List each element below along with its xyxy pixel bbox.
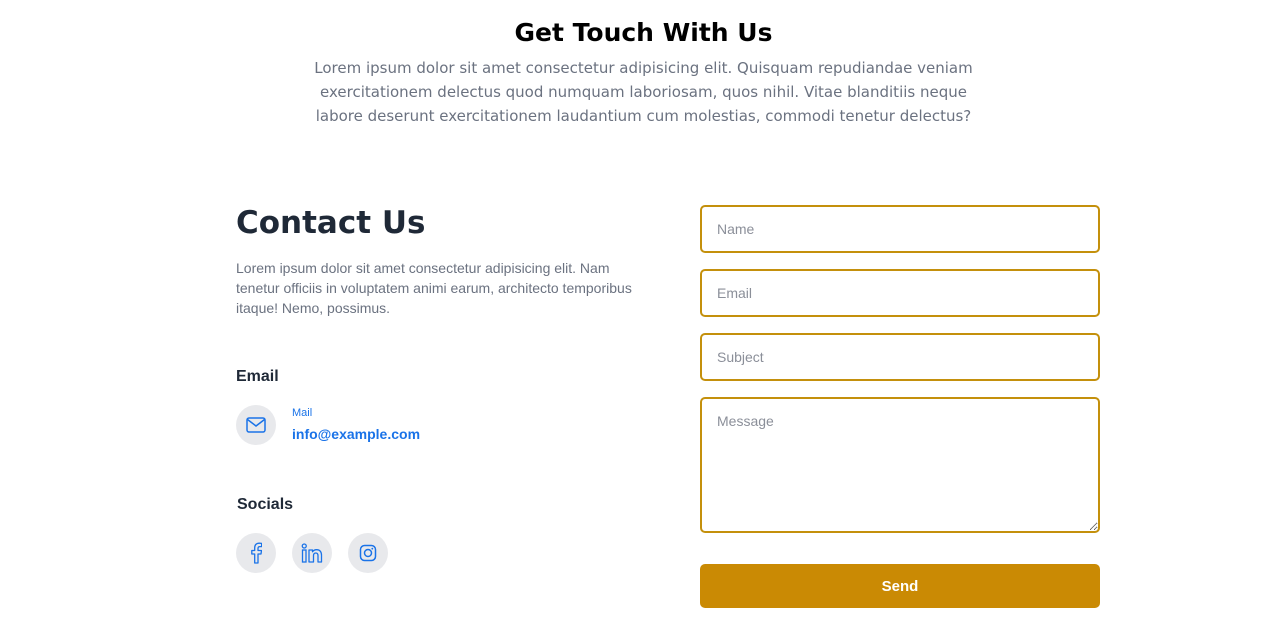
hero-description: Lorem ipsum dolor sit amet consectetur a… xyxy=(314,59,973,125)
contact-page: Get Touch With Us Lorem ipsum dolor sit … xyxy=(0,0,1287,631)
facebook-icon[interactable] xyxy=(236,533,276,573)
send-button[interactable]: Send xyxy=(700,564,1100,608)
name-input[interactable] xyxy=(700,205,1100,253)
contact-form: Send xyxy=(700,205,1100,608)
linkedin-icon[interactable] xyxy=(292,533,332,573)
contact-title: Contact Us xyxy=(236,205,426,241)
subject-input[interactable] xyxy=(700,333,1100,381)
email-input[interactable] xyxy=(700,269,1100,317)
hero-section: Get Touch With Us Lorem ipsum dolor sit … xyxy=(0,16,1287,128)
socials-heading: Socials xyxy=(237,496,294,513)
mail-contact: Mail info@example.com xyxy=(236,405,420,445)
mail-icon xyxy=(236,405,276,445)
instagram-icon[interactable] xyxy=(348,533,388,573)
email-heading: Email xyxy=(236,368,279,385)
mail-label: Mail xyxy=(292,407,313,419)
hero-title: Get Touch With Us xyxy=(514,18,773,47)
contact-info: Contact Us Lorem ipsum dolor sit amet co… xyxy=(236,200,646,573)
mail-info: Mail info@example.com xyxy=(292,406,420,444)
mail-address-link[interactable]: info@example.com xyxy=(292,424,420,444)
message-textarea[interactable] xyxy=(700,397,1100,533)
socials-list xyxy=(236,533,404,573)
contact-description: Lorem ipsum dolor sit amet consectetur a… xyxy=(236,260,632,316)
